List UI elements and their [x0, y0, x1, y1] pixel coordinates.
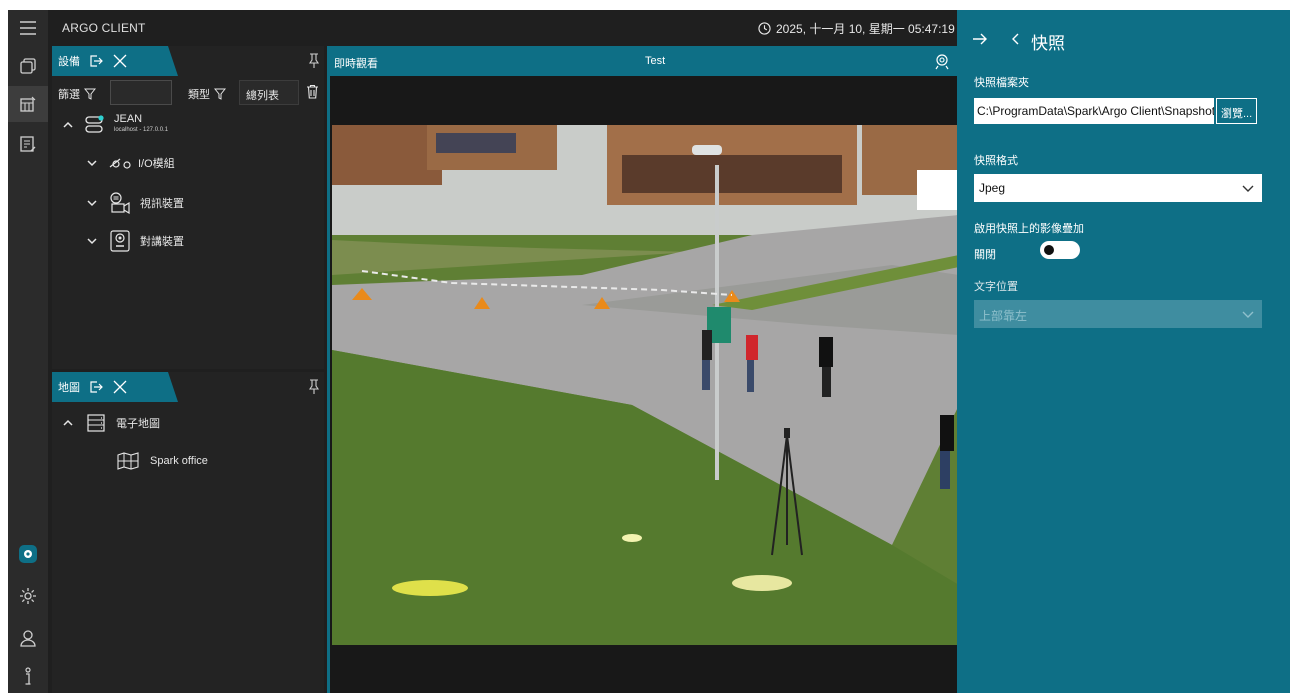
map-panel: 地圖 電子地圖 Spark office	[52, 372, 324, 693]
close-icon[interactable]	[112, 379, 128, 395]
tab-maps[interactable]: 地圖	[52, 372, 164, 402]
close-icon[interactable]	[112, 53, 128, 69]
camera-video-feed[interactable]	[332, 125, 959, 645]
tree-item-label: 視訊裝置	[140, 198, 184, 210]
info-icon[interactable]	[8, 658, 48, 693]
folder-label: 快照檔案夾	[974, 77, 1029, 89]
tree-map-group[interactable]: 電子地圖	[62, 413, 160, 433]
intercom-icon	[110, 230, 130, 252]
menu-icon[interactable]	[8, 10, 48, 46]
server-name: JEAN	[114, 113, 143, 125]
text-position-value: 上部靠左	[979, 309, 1028, 323]
tree-item-label: 對講裝置	[140, 236, 184, 248]
snapshot-settings-panel: 快照 快照檔案夾 C:\ProgramData\Spark\Argo Clien…	[957, 10, 1290, 693]
ptz-icon[interactable]	[933, 52, 951, 70]
gear-icon[interactable]	[8, 578, 48, 614]
filter-icon[interactable]	[84, 88, 96, 100]
server-icon	[85, 115, 104, 133]
map-item-spark-office[interactable]: Spark office	[116, 451, 208, 471]
tab-corner	[164, 46, 178, 76]
tab-devices[interactable]: 設備	[52, 46, 164, 76]
pin-icon[interactable]	[308, 379, 320, 395]
live-view-title: 即時觀看	[334, 58, 378, 70]
clock: 2025, 十一月 10, 星期一 05:47:19	[758, 20, 955, 37]
tree-item-label: I/O模組	[138, 158, 175, 170]
tab-maps-label: 地圖	[58, 382, 80, 394]
title-bar: ARGO CLIENT 2025, 十一月 10, 星期一 05:47:19	[48, 10, 957, 46]
browse-button[interactable]: 瀏覽...	[1216, 98, 1257, 124]
settings-icon[interactable]	[8, 536, 48, 572]
tree-item-video-devices[interactable]: 視訊裝置	[86, 192, 184, 214]
chevron-up-icon[interactable]	[62, 417, 74, 429]
arrow-right-icon[interactable]	[971, 30, 989, 48]
filter-row: 篩選 類型 總列表	[52, 80, 324, 106]
chevron-down-icon[interactable]	[86, 157, 98, 169]
server-address: localhost - 127.0.0.1	[114, 127, 169, 133]
overlay-label: 啟用快照上的影像疊加	[974, 223, 1084, 235]
text-position-label: 文字位置	[974, 281, 1018, 293]
format-label: 快照格式	[974, 155, 1018, 167]
export-icon[interactable]	[88, 379, 104, 395]
layout-icon[interactable]	[8, 86, 48, 122]
left-rail	[8, 10, 48, 693]
overlay-toggle-text: 關閉	[974, 249, 996, 261]
user-icon[interactable]	[8, 620, 48, 656]
pin-icon[interactable]	[308, 53, 320, 69]
filter-label: 篩選	[58, 86, 96, 102]
device-panel: 設備 篩選 類型 總列表 JEAN localhost - 127.0.0.1 …	[52, 46, 324, 369]
folder-input[interactable]: C:\ProgramData\Spark\Argo Client\Snapsho…	[974, 98, 1214, 124]
format-select[interactable]: Jpeg	[974, 174, 1262, 202]
live-view-camera-name: Test	[645, 55, 666, 67]
chevron-up-icon[interactable]	[62, 119, 74, 131]
view-select[interactable]: 總列表	[239, 80, 299, 105]
live-view-panel: 即時觀看 Test	[327, 46, 959, 693]
chevron-down-icon	[1242, 311, 1254, 318]
overlay-toggle[interactable]	[1040, 241, 1080, 259]
tree-item-intercom-devices[interactable]: 對講裝置	[86, 229, 184, 253]
filter-input[interactable]	[110, 80, 172, 105]
type-filter-icon[interactable]	[214, 88, 226, 100]
app-title: ARGO CLIENT	[62, 21, 146, 35]
tree-server[interactable]: JEAN localhost - 127.0.0.1	[62, 114, 168, 136]
export-icon[interactable]	[88, 53, 104, 69]
clock-icon	[758, 22, 771, 35]
map-group-icon	[87, 414, 105, 432]
tree-item-io-module[interactable]: I/O模組	[86, 155, 175, 171]
chevron-down-icon[interactable]	[86, 235, 98, 247]
windows-icon[interactable]	[8, 48, 48, 84]
map-item-label: Spark office	[150, 455, 208, 467]
io-module-icon	[109, 158, 131, 169]
text-position-select: 上部靠左	[974, 300, 1262, 328]
tab-corner	[164, 372, 178, 402]
chevron-down-icon	[1242, 185, 1254, 192]
notes-icon[interactable]	[8, 126, 48, 162]
clock-text: 2025, 十一月 10, 星期一 05:47:19	[776, 22, 955, 36]
map-icon	[117, 452, 139, 470]
chevron-down-icon[interactable]	[86, 197, 98, 209]
format-value: Jpeg	[979, 181, 1006, 195]
tab-devices-label: 設備	[58, 56, 80, 68]
snapshot-panel-title: 快照	[1031, 34, 1065, 53]
map-group-label: 電子地圖	[116, 418, 160, 430]
trash-icon[interactable]	[306, 84, 319, 99]
camera-icon	[110, 192, 130, 214]
type-label: 類型	[188, 86, 226, 102]
toggle-knob	[1044, 245, 1054, 255]
back-icon[interactable]	[1009, 30, 1023, 48]
app-window: ARGO CLIENT 2025, 十一月 10, 星期一 05:47:19 設…	[8, 10, 1290, 693]
live-view-header: 即時觀看 Test	[330, 46, 957, 76]
